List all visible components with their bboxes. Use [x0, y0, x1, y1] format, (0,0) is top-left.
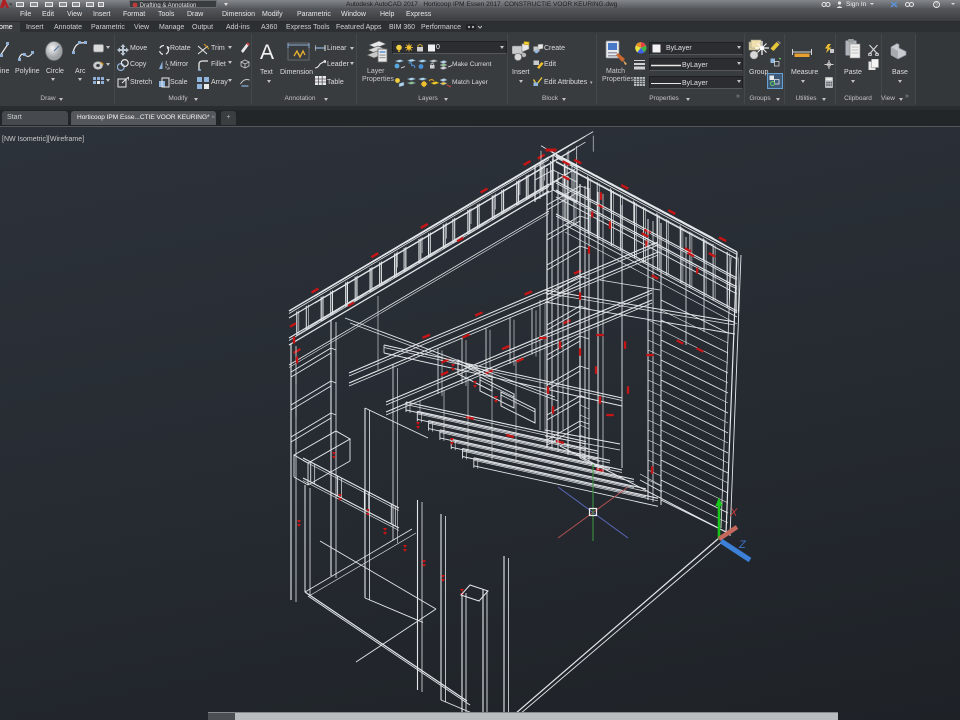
svg-text:X: X	[729, 507, 738, 519]
svg-text:Z: Z	[738, 539, 747, 551]
svg-text:?: ?	[935, 2, 938, 8]
